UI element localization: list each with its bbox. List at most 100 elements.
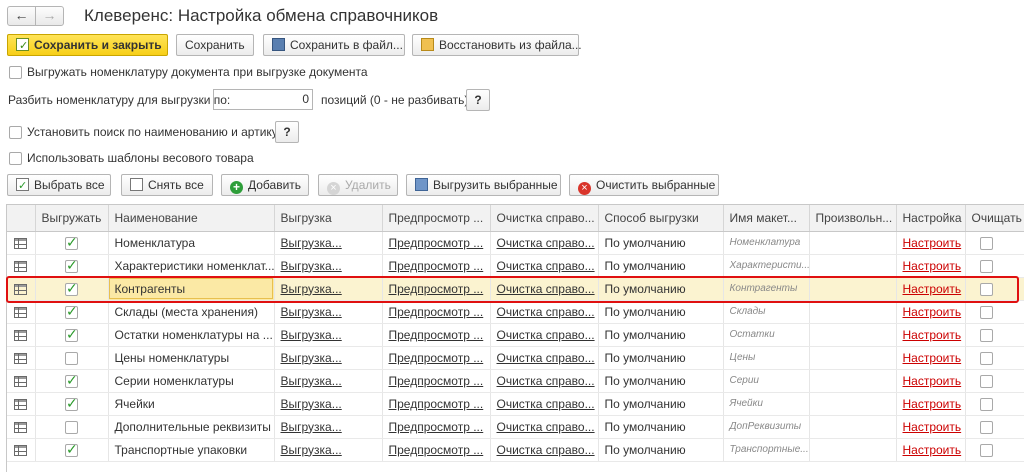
layout-cell[interactable]: Склады — [723, 300, 810, 324]
clearflag-cell[interactable] — [965, 300, 1024, 324]
export-cell[interactable] — [35, 277, 109, 301]
method-cell[interactable]: По умолчанию — [598, 254, 724, 278]
table-row[interactable]: Цены номенклатуры Выгрузка... Предпросмотр… — [7, 346, 1024, 370]
setup-link[interactable]: Настроить — [896, 277, 966, 301]
method-cell[interactable]: По умолчанию — [598, 369, 724, 393]
col-header-custom[interactable]: Произвольн... — [809, 205, 897, 232]
clear-link[interactable]: Очистка справо... — [490, 231, 599, 255]
method-cell[interactable]: По умолчанию — [598, 300, 724, 324]
preview-link[interactable]: Предпросмотр ... — [382, 254, 491, 278]
layout-cell[interactable]: Транспортные... — [723, 438, 810, 462]
delete-button[interactable]: × Удалить — [318, 174, 398, 196]
table-row[interactable]: Дополнительные реквизиты Выгрузка... Предп… — [7, 415, 1024, 439]
layout-cell[interactable]: Остатки — [723, 323, 810, 347]
custom-cell[interactable] — [809, 300, 897, 324]
name-cell[interactable]: Дополнительные реквизиты — [108, 415, 275, 439]
col-header-setup[interactable]: Настройка — [896, 205, 966, 232]
forward-arrow-icon[interactable]: → — [35, 6, 64, 26]
custom-cell[interactable] — [809, 369, 897, 393]
name-cell[interactable]: Цены номенклатуры — [108, 346, 275, 370]
col-header-clear[interactable]: Очистка справо... — [490, 205, 599, 232]
clearflag-cell[interactable] — [965, 392, 1024, 416]
setup-link[interactable]: Настроить — [896, 323, 966, 347]
preview-link[interactable]: Предпросмотр ... — [382, 346, 491, 370]
save-button[interactable]: Сохранить — [176, 34, 254, 56]
custom-cell[interactable] — [809, 392, 897, 416]
split-count-input[interactable]: 0 — [213, 89, 313, 110]
custom-cell[interactable] — [809, 277, 897, 301]
clear-selected-button[interactable]: × Очистить выбранные — [569, 174, 719, 196]
clear-link[interactable]: Очистка справо... — [490, 323, 599, 347]
custom-cell[interactable] — [809, 346, 897, 370]
setup-link[interactable]: Настроить — [896, 438, 966, 462]
clear-link[interactable]: Очистка справо... — [490, 277, 599, 301]
clearflag-checkbox[interactable] — [979, 351, 993, 365]
select-all-button[interactable]: ✓ Выбрать все — [7, 174, 111, 196]
col-header-export[interactable]: Выгружать — [35, 205, 109, 232]
custom-cell[interactable] — [809, 438, 897, 462]
layout-cell[interactable]: ДопРеквизиты — [723, 415, 810, 439]
clearflag-checkbox[interactable] — [979, 397, 993, 411]
weight-templates-checkbox[interactable] — [9, 152, 22, 165]
export-checkbox[interactable] — [65, 234, 78, 251]
table-row[interactable]: Характеристики номенклат...Выгрузка...Пр… — [7, 254, 1024, 278]
col-header-clearflag[interactable]: Очищать — [965, 205, 1024, 232]
preview-link[interactable]: Предпросмотр ... — [382, 323, 491, 347]
preview-link[interactable]: Предпросмотр ... — [382, 392, 491, 416]
col-header-layout[interactable]: Имя макет... — [723, 205, 810, 232]
method-cell[interactable]: По умолчанию — [598, 415, 724, 439]
custom-cell[interactable] — [809, 231, 897, 255]
export-cell[interactable] — [35, 415, 109, 439]
clearflag-cell[interactable] — [965, 346, 1024, 370]
clear-link[interactable]: Очистка справо... — [490, 369, 599, 393]
clearflag-cell[interactable] — [965, 231, 1024, 255]
method-cell[interactable]: По умолчанию — [598, 438, 724, 462]
table-row[interactable]: ЯчейкиВыгрузка...Предпросмотр ...Очистка… — [7, 392, 1024, 416]
clearflag-checkbox[interactable] — [979, 420, 993, 434]
setup-link[interactable]: Настроить — [896, 415, 966, 439]
name-cell[interactable]: Номенклатура — [108, 231, 275, 255]
search-setting-checkbox[interactable] — [9, 126, 22, 139]
upload-link[interactable]: Выгрузка... — [274, 415, 383, 439]
clearflag-checkbox[interactable] — [979, 443, 993, 457]
upload-link[interactable]: Выгрузка... — [274, 323, 383, 347]
export-cell[interactable] — [35, 300, 109, 324]
clearflag-checkbox[interactable] — [979, 305, 993, 319]
upload-link[interactable]: Выгрузка... — [274, 254, 383, 278]
table-row[interactable]: НоменклатураВыгрузка...Предпросмотр ...О… — [7, 231, 1024, 255]
upload-link[interactable]: Выгрузка... — [274, 277, 383, 301]
custom-cell[interactable] — [809, 415, 897, 439]
method-cell[interactable]: По умолчанию — [598, 277, 724, 301]
clearflag-cell[interactable] — [965, 277, 1024, 301]
clearflag-checkbox[interactable] — [979, 259, 993, 273]
layout-cell[interactable]: Серии — [723, 369, 810, 393]
method-cell[interactable]: По умолчанию — [598, 392, 724, 416]
clear-link[interactable]: Очистка справо... — [490, 438, 599, 462]
clear-link[interactable]: Очистка справо... — [490, 254, 599, 278]
table-row[interactable]: Остатки номенклатуры на ...Выгрузка...Пр… — [7, 323, 1024, 347]
export-selected-button[interactable]: Выгрузить выбранные — [406, 174, 561, 196]
export-checkbox[interactable] — [65, 303, 78, 320]
clearflag-cell[interactable] — [965, 254, 1024, 278]
deselect-all-button[interactable]: Снять все — [121, 174, 213, 196]
clearflag-checkbox[interactable] — [979, 328, 993, 342]
method-cell[interactable]: По умолчанию — [598, 323, 724, 347]
export-cell[interactable] — [35, 346, 109, 370]
export-cell[interactable] — [35, 254, 109, 278]
save-to-file-button[interactable]: Сохранить в файл... — [263, 34, 405, 56]
table-row[interactable]: Серии номенклатурыВыгрузка...Предпросмот… — [7, 369, 1024, 393]
clear-link[interactable]: Очистка справо... — [490, 392, 599, 416]
custom-cell[interactable] — [809, 254, 897, 278]
preview-link[interactable]: Предпросмотр ... — [382, 369, 491, 393]
col-header-preview[interactable]: Предпросмотр ... — [382, 205, 491, 232]
export-cell[interactable] — [35, 323, 109, 347]
export-checkbox[interactable] — [65, 420, 78, 434]
method-cell[interactable]: По умолчанию — [598, 231, 724, 255]
col-header-name[interactable]: Наименование — [108, 205, 275, 232]
export-cell[interactable] — [35, 392, 109, 416]
clearflag-cell[interactable] — [965, 369, 1024, 393]
export-checkbox[interactable] — [65, 280, 78, 297]
search-help-button[interactable]: ? — [275, 121, 299, 143]
layout-cell[interactable]: Ячейки — [723, 392, 810, 416]
clearflag-cell[interactable] — [965, 415, 1024, 439]
